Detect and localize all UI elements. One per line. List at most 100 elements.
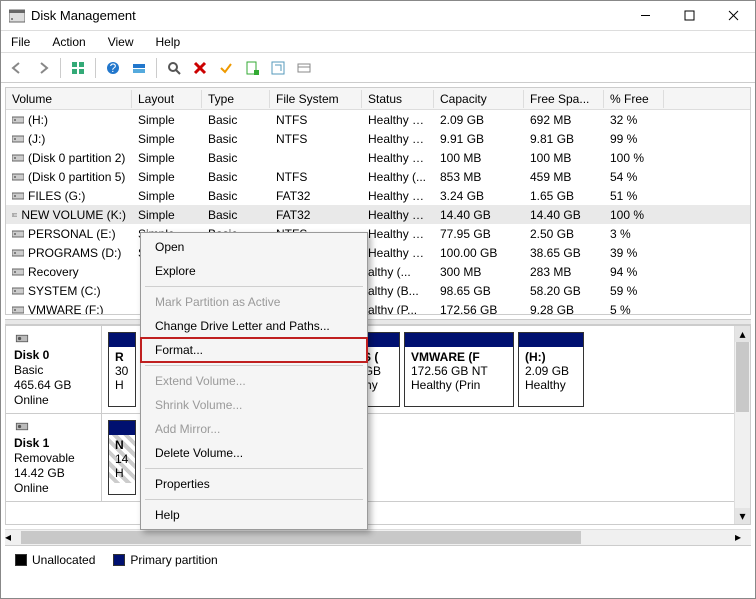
search-icon[interactable]: [162, 56, 186, 80]
menu-file[interactable]: File: [7, 33, 34, 51]
menu-help[interactable]: Help: [152, 33, 185, 51]
volume-status: Healthy (...: [362, 169, 434, 185]
volume-type: Basic: [202, 169, 270, 185]
volume-pct: 94 %: [604, 264, 664, 280]
back-icon[interactable]: [5, 56, 29, 80]
toolbar: ?: [1, 53, 755, 83]
menu-action[interactable]: Action: [48, 33, 89, 51]
drive-icon: [12, 305, 24, 315]
volume-fs: NTFS: [270, 169, 362, 185]
col-status[interactable]: Status: [362, 90, 434, 108]
volume-capacity: 853 MB: [434, 169, 524, 185]
volume-pct: 39 %: [604, 245, 664, 261]
disk-label[interactable]: Disk 1Removable14.42 GBOnline: [6, 414, 102, 501]
ctx-properties[interactable]: Properties: [141, 472, 367, 496]
volume-row[interactable]: PROGRAMS (D:)SimpleBasicNTFSHealthy (P..…: [6, 243, 750, 262]
col-volume[interactable]: Volume: [6, 90, 132, 108]
scroll-left-arrow[interactable]: ◂: [5, 530, 21, 545]
volume-row[interactable]: NEW VOLUME (K:)SimpleBasicFAT32Healthy (…: [6, 205, 750, 224]
disk-kind: Basic: [14, 363, 93, 377]
volume-body: (H:)SimpleBasicNTFSHealthy (P...2.09 GB6…: [6, 110, 750, 315]
disk-name: Disk 1: [14, 436, 93, 450]
col-pct[interactable]: % Free: [604, 90, 664, 108]
close-button[interactable]: [711, 1, 755, 31]
scroll-right-arrow[interactable]: ▸: [735, 530, 751, 545]
delete-x-icon[interactable]: [188, 56, 212, 80]
disk-vscrollbar[interactable]: ▴ ▾: [734, 326, 750, 524]
help-icon[interactable]: ?: [101, 56, 125, 80]
minimize-button[interactable]: [623, 1, 667, 31]
scroll-up-arrow[interactable]: ▴: [735, 326, 750, 342]
menu-view[interactable]: View: [104, 33, 138, 51]
doc-new-icon[interactable]: [240, 56, 264, 80]
ctx-explore[interactable]: Explore: [141, 259, 367, 283]
col-capacity[interactable]: Capacity: [434, 90, 524, 108]
col-free[interactable]: Free Spa...: [524, 90, 604, 108]
partition[interactable]: R30H: [108, 332, 136, 407]
volume-fs: FAT32: [270, 188, 362, 204]
volume-pct: 100 %: [604, 207, 664, 223]
disk-icon: [14, 332, 30, 345]
menubar: File Action View Help: [1, 31, 755, 53]
ctx-format[interactable]: Format...: [141, 338, 367, 362]
swatch-unallocated: [15, 554, 27, 566]
scroll-thumb[interactable]: [736, 342, 749, 412]
ctx-extend-volume: Extend Volume...: [141, 369, 367, 393]
col-type[interactable]: Type: [202, 90, 270, 108]
volume-row[interactable]: Recoveryalthy (...300 MB283 MB94 %: [6, 262, 750, 281]
col-fs[interactable]: File System: [270, 90, 362, 108]
volume-free: 14.40 GB: [524, 207, 604, 223]
partition[interactable]: (H:)2.09 GBHealthy: [518, 332, 584, 407]
partition[interactable]: N14H: [108, 420, 136, 495]
window-title: Disk Management: [31, 8, 623, 23]
disk-management-icon: [9, 9, 25, 23]
check-icon[interactable]: [214, 56, 238, 80]
ctx-separator: [145, 365, 363, 366]
col-layout[interactable]: Layout: [132, 90, 202, 108]
volume-capacity: 77.95 GB: [434, 226, 524, 242]
volume-fs: [270, 157, 362, 159]
volume-capacity: 14.40 GB: [434, 207, 524, 223]
volume-row[interactable]: PERSONAL (E:)SimpleBasicNTFSHealthy (P..…: [6, 224, 750, 243]
volume-capacity: 172.56 GB: [434, 302, 524, 316]
disk-size: 14.42 GB: [14, 466, 93, 480]
volume-row[interactable]: (Disk 0 partition 2)SimpleBasicHealthy (…: [6, 148, 750, 167]
content-area: Volume Layout Type File System Status Ca…: [1, 83, 755, 598]
volume-row[interactable]: (J:)SimpleBasicNTFSHealthy (P...9.91 GB9…: [6, 129, 750, 148]
volume-status: althy (...: [362, 264, 434, 280]
volume-row[interactable]: FILES (G:)SimpleBasicFAT32Healthy (P...3…: [6, 186, 750, 205]
volume-row[interactable]: (H:)SimpleBasicNTFSHealthy (P...2.09 GB6…: [6, 110, 750, 129]
volume-name: (Disk 0 partition 2): [28, 151, 125, 165]
refresh-icon[interactable]: [266, 56, 290, 80]
scroll-down-arrow[interactable]: ▾: [735, 508, 750, 524]
ctx-delete-volume[interactable]: Delete Volume...: [141, 441, 367, 465]
ctx-shrink-volume: Shrink Volume...: [141, 393, 367, 417]
volume-free: 9.28 GB: [524, 302, 604, 316]
partition-body: (H:)2.09 GBHealthy: [519, 347, 583, 395]
disk-row: Disk 0Basic465.64 GBOnlineR30HPERSONAL77…: [6, 326, 750, 414]
volume-free: 38.65 GB: [524, 245, 604, 261]
ctx-change-drive-letter-and-paths[interactable]: Change Drive Letter and Paths...: [141, 314, 367, 338]
props-icon[interactable]: [292, 56, 316, 80]
partition-header: [519, 333, 583, 347]
volume-capacity: 2.09 GB: [434, 112, 524, 128]
volume-type: Basic: [202, 207, 270, 223]
ctx-open[interactable]: Open: [141, 235, 367, 259]
volume-status: Healthy (E...: [362, 150, 434, 166]
volume-free: 58.20 GB: [524, 283, 604, 299]
hscroll-thumb[interactable]: [21, 531, 581, 544]
disk-hscrollbar[interactable]: ◂ ▸: [5, 529, 751, 545]
forward-icon[interactable]: [31, 56, 55, 80]
volume-row[interactable]: SYSTEM (C:)althy (B...98.65 GB58.20 GB59…: [6, 281, 750, 300]
ctx-help[interactable]: Help: [141, 503, 367, 527]
partition[interactable]: VMWARE (F172.56 GB NTHealthy (Prin: [404, 332, 514, 407]
volume-row[interactable]: (Disk 0 partition 5)SimpleBasicNTFSHealt…: [6, 167, 750, 186]
drive-icon: [12, 248, 24, 258]
volume-layout: Simple: [132, 169, 202, 185]
volume-name: VMWARE (F:): [28, 303, 104, 316]
maximize-button[interactable]: [667, 1, 711, 31]
disk-label[interactable]: Disk 0Basic465.64 GBOnline: [6, 326, 102, 413]
blue-layers-icon[interactable]: [127, 56, 151, 80]
volume-row[interactable]: VMWARE (F:)althy (P...172.56 GB9.28 GB5 …: [6, 300, 750, 315]
grid-icon[interactable]: [66, 56, 90, 80]
